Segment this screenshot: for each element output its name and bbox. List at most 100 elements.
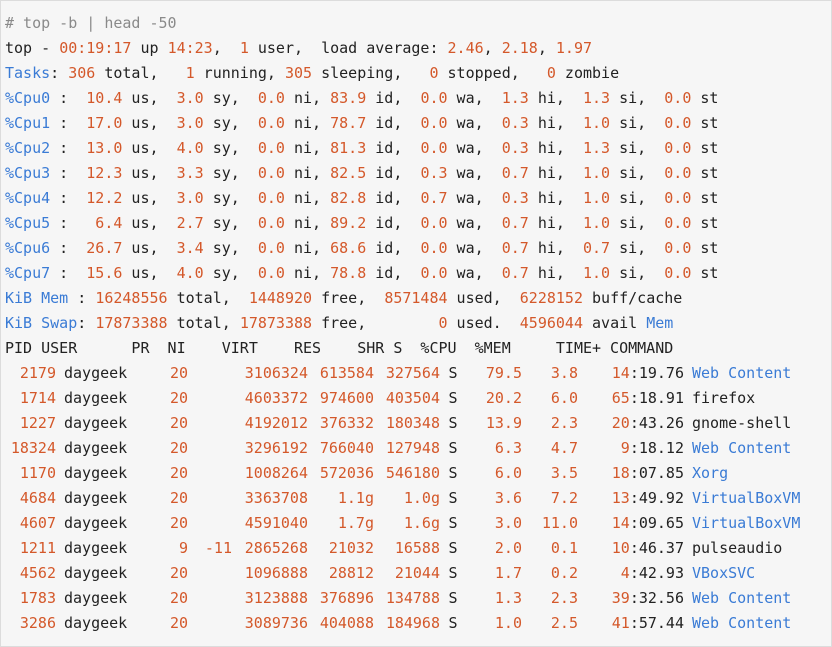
process-time-rest: :07.85 [629,464,684,482]
process-time-hours: 4 [620,564,630,582]
process-virt: 3296192 [244,439,308,457]
process-state: S [448,364,458,382]
table-row: 1170 daygeek 20 1008264 572036 546180 S 6.0 3.5 1… [5,461,831,486]
swap-free: 17873388 [239,314,313,332]
process-command: gnome-shell [692,414,792,432]
tasks-stopped-label: stopped, [438,64,547,82]
process-user: daygeek [64,539,128,557]
process-virt: 2865268 [244,539,308,557]
process-state: S [448,464,458,482]
process-time-rest: :42.93 [629,564,684,582]
process-priority: 20 [169,489,188,507]
cpu-line: %Cpu4 : 12.2 us, 3.0 sy, 0.0 ni, 82.8 id… [5,186,831,211]
process-time-hours: 18 [611,464,630,482]
cpu-hi-label: hi, [528,214,583,232]
cpu-st-label: st [691,214,719,232]
process-cpu: 6.0 [494,464,522,482]
process-cpu: 3.6 [494,489,522,507]
user-count: 1 [239,39,249,57]
cpu-ni-value: 0.0 [257,164,285,182]
process-shr: 16588 [394,539,440,557]
process-mem: 7.2 [550,489,578,507]
summary-separator: , [212,39,240,57]
cpu-st-value: 0.0 [664,214,692,232]
cpu-id-value: 78.7 [330,114,367,132]
process-time-rest: :57.44 [629,614,684,632]
process-mem: 0.1 [550,539,578,557]
process-shr: 180348 [385,414,440,432]
mem-free: 1448920 [248,289,313,307]
cpu-st-value: 0.0 [664,239,692,257]
cpu-ni-value: 0.0 [257,214,285,232]
process-state: S [448,414,458,432]
tasks-total-label: total, [95,64,186,82]
cpu-wa-value: 0.7 [420,189,448,207]
cpu-hi-value: 0.3 [501,189,529,207]
cpu-hi-label: hi, [528,89,583,107]
cpu-label: %Cpu6 [5,239,51,257]
cpu-label: %Cpu4 [5,189,51,207]
cpu-st-label: st [691,89,719,107]
cpu-line: %Cpu2 : 13.0 us, 4.0 sy, 0.0 ni, 81.3 id… [5,136,831,161]
process-cpu: 13.9 [485,414,522,432]
cpu-st-label: st [691,264,719,282]
cpu-id-label: id, [366,239,421,257]
tasks-running-label: running, [194,64,285,82]
process-mem: 0.2 [550,564,578,582]
process-time-rest: :49.92 [629,489,684,507]
cpu-ni-label: ni, [284,239,331,257]
process-command: Web Content [692,589,792,607]
process-priority: 20 [169,439,188,457]
process-pid: 1783 [19,589,56,607]
process-virt: 1008264 [244,464,308,482]
cpu-si-value: 1.3 [583,139,611,157]
process-mem: 4.7 [550,439,578,457]
table-row: 2179 daygeek 20 3106324 613584 327564 S 79.5 3.8… [5,361,831,386]
process-command: Web Content [692,614,792,632]
process-mem: 2.5 [550,614,578,632]
cpu-wa-value: 0.0 [420,264,448,282]
process-time-hours: 65 [611,389,630,407]
process-virt: 4591040 [244,514,308,532]
process-state: S [448,389,458,407]
tasks-running: 1 [185,64,195,82]
process-pid: 1211 [19,539,56,557]
cpu-id-value: 81.3 [330,139,367,157]
process-cpu: 6.3 [494,439,522,457]
process-shr: 1.6g [403,514,440,532]
cpu-colon: : [50,189,78,207]
cpu-us-label: us, [122,214,177,232]
cpu-id-value: 89.2 [330,214,367,232]
cpu-si-value: 0.7 [583,239,611,257]
cpu-st-label: st [691,189,719,207]
cpu-ni-label: ni, [284,89,331,107]
cpu-label: %Cpu0 [5,89,51,107]
swap-line: KiB Swap: 17873388 total, 17873388 free,… [5,311,831,336]
cpu-hi-label: hi, [528,114,583,132]
cpu-si-label: si, [610,89,665,107]
table-row: 1211 daygeek 9 -11 2865268 21032 16588 S 2.0 0.1 1… [5,536,831,561]
cpu-line: %Cpu0 : 10.4 us, 3.0 sy, 0.0 ni, 83.9 id… [5,86,831,111]
table-row: 3286 daygeek 20 3089736 404088 184968 S 1.0 2.5 4… [5,611,831,636]
process-time-rest: :46.37 [629,539,684,557]
process-user: daygeek [64,364,128,382]
process-command: VirtualBoxVM [692,514,801,532]
process-table: 2179 daygeek 20 3106324 613584 327564 S 79.5 3.8… [5,361,831,636]
cpu-sy-value: 4.0 [176,139,204,157]
cpu-us-value: 15.6 [77,264,123,282]
cpu-colon: : [50,164,78,182]
process-user: daygeek [64,589,128,607]
process-priority: 20 [169,364,188,382]
process-mem: 6.0 [550,389,578,407]
process-mem: 3.5 [550,464,578,482]
cpu-si-value: 1.3 [583,89,611,107]
process-shr: 134788 [385,589,440,607]
process-virt: 1096888 [244,564,308,582]
cpu-us-label: us, [122,264,177,282]
current-time: 00:19:17 [59,39,132,57]
cpu-id-label: id, [366,114,421,132]
process-virt: 3089736 [244,614,308,632]
process-nice: -11 [204,539,232,557]
process-priority: 20 [169,514,188,532]
swap-avail-unit: Mem [646,314,674,332]
